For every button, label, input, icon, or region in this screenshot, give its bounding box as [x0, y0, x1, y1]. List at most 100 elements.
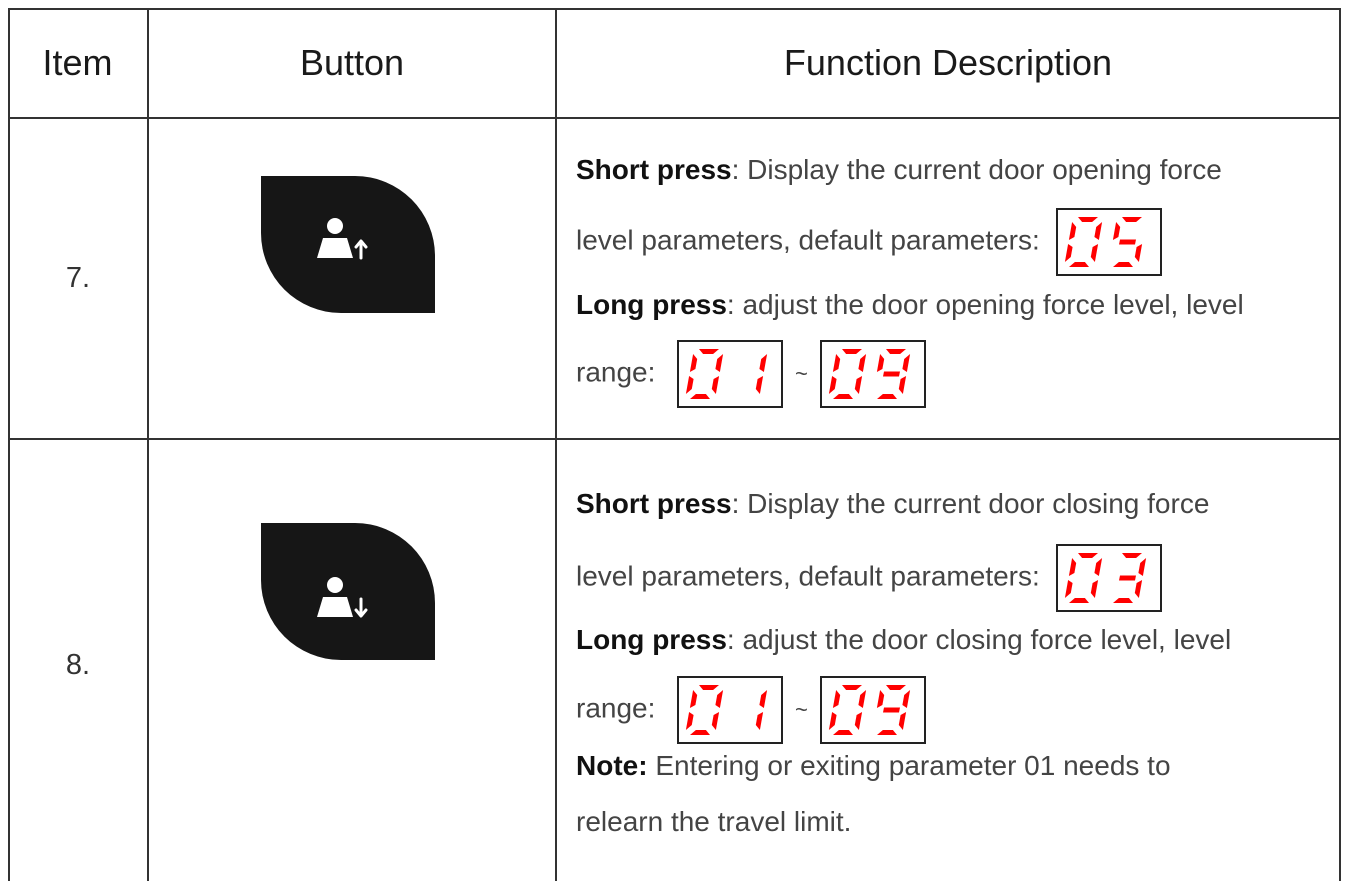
row-7-range-min-display — [677, 340, 784, 408]
segment-d — [1068, 598, 1089, 603]
segment-g — [882, 371, 900, 377]
segment-d — [1112, 262, 1133, 267]
segment-c — [1090, 244, 1098, 262]
segment-e — [686, 376, 694, 394]
segment-e — [828, 376, 837, 394]
segment-c — [1134, 244, 1142, 262]
header-function-description: Function Description — [783, 42, 1113, 83]
segment-d — [1112, 598, 1133, 603]
segment-a — [841, 685, 862, 690]
row-8-note-label: Note: — [576, 750, 648, 781]
segment-f — [876, 354, 884, 372]
row-8-short-press-label: Short press — [576, 488, 732, 519]
segment-g — [882, 707, 900, 713]
segment-f — [1068, 558, 1076, 576]
row-8-default-display — [1055, 544, 1162, 612]
segment-g — [1118, 575, 1136, 581]
segment-d — [690, 730, 711, 735]
segment-c — [711, 712, 720, 730]
segment-d — [832, 730, 853, 735]
segment-d — [876, 394, 897, 399]
segment-f — [1112, 222, 1120, 240]
row-8-description: Short press: Display the current door cl… — [576, 484, 1336, 881]
segment-a — [1121, 217, 1142, 222]
row-7-description: Short press: Display the current door op… — [576, 150, 1336, 410]
segment-d — [876, 730, 897, 735]
segment-b — [1093, 558, 1102, 576]
table-divider-item — [147, 8, 149, 881]
segment-a — [841, 349, 862, 354]
segment-e — [686, 712, 694, 730]
row-8-note-text: Entering or exiting parameter 01 needs t… — [647, 750, 1171, 781]
row-7-short-press-text-2: level parameters, default parameters: — [576, 224, 1040, 256]
row-7-button-graphic — [261, 176, 435, 313]
segment-b — [902, 354, 910, 372]
segment-e — [828, 712, 837, 730]
table-border-left — [8, 8, 10, 881]
segment-c — [711, 376, 720, 394]
segment-f — [832, 354, 840, 372]
header-item: Item — [42, 42, 113, 83]
segment-g — [1118, 239, 1136, 245]
segment-f — [690, 690, 698, 708]
row-7-range-max-display — [819, 340, 926, 408]
row-8-button-graphic — [261, 523, 435, 660]
segment-b — [858, 354, 866, 372]
row-8-short-press-text-2: level parameters, default parameters: — [576, 560, 1040, 592]
segment-c — [854, 376, 862, 394]
segment-c — [1090, 580, 1098, 598]
row-8-item: 8. — [65, 649, 91, 681]
segment-d — [1068, 262, 1089, 267]
row-7-long-press-label: Long press — [576, 289, 727, 320]
segment-f — [832, 690, 840, 708]
row-8-short-press-text: : Display the current door closing force — [731, 488, 1210, 519]
segment-b — [715, 690, 724, 708]
segment-b — [715, 354, 724, 372]
row-8-note-text-2: relearn the travel limit. — [576, 806, 852, 837]
segment-f — [690, 354, 698, 372]
segment-c — [854, 712, 862, 730]
row-8-range-label: range: — [576, 692, 656, 724]
row-7-short-press-text: : Display the current door opening force — [731, 154, 1222, 185]
segment-e — [1064, 580, 1073, 598]
segment-b — [858, 690, 866, 708]
segment-a — [1077, 553, 1098, 558]
segment-a — [699, 349, 720, 354]
segment-a — [1077, 217, 1098, 222]
row-7-long-press-text: : adjust the door opening force level, l… — [726, 289, 1244, 320]
segment-a — [885, 685, 906, 690]
row-8-long-press-text: : adjust the door closing force level, l… — [726, 624, 1232, 655]
table-border-right — [1339, 8, 1341, 881]
segment-b — [759, 354, 768, 372]
segment-c — [1134, 580, 1142, 598]
row-7-short-press-label: Short press — [576, 154, 732, 185]
row-7-range-label: range: — [576, 356, 656, 388]
table-divider-button — [555, 8, 557, 881]
segment-c — [755, 712, 764, 730]
segment-e — [1064, 244, 1073, 262]
function-table: Item Button Function Description 7. Shor… — [0, 0, 1349, 881]
row-8-range-separator: ~ — [794, 697, 808, 722]
row-7-item: 7. — [65, 262, 91, 294]
segment-b — [759, 690, 768, 708]
segment-f — [1068, 222, 1076, 240]
segment-a — [1121, 553, 1142, 558]
person-down-arrow-icon — [317, 577, 368, 618]
segment-a — [885, 349, 906, 354]
segment-a — [699, 685, 720, 690]
row-8-range-max-display — [819, 676, 926, 744]
row-8-long-press-label: Long press — [576, 624, 727, 655]
segment-c — [898, 376, 906, 394]
segment-d — [690, 394, 711, 399]
header-button: Button — [299, 42, 405, 83]
segment-c — [898, 712, 906, 730]
row-7-default-display — [1055, 208, 1162, 276]
row-8-range-min-display — [677, 676, 784, 744]
segment-b — [1137, 558, 1146, 576]
segment-b — [902, 690, 910, 708]
segment-d — [832, 394, 853, 399]
segment-b — [1093, 222, 1102, 240]
segment-c — [755, 376, 764, 394]
person-up-arrow-icon — [317, 218, 368, 260]
segment-f — [876, 690, 884, 708]
